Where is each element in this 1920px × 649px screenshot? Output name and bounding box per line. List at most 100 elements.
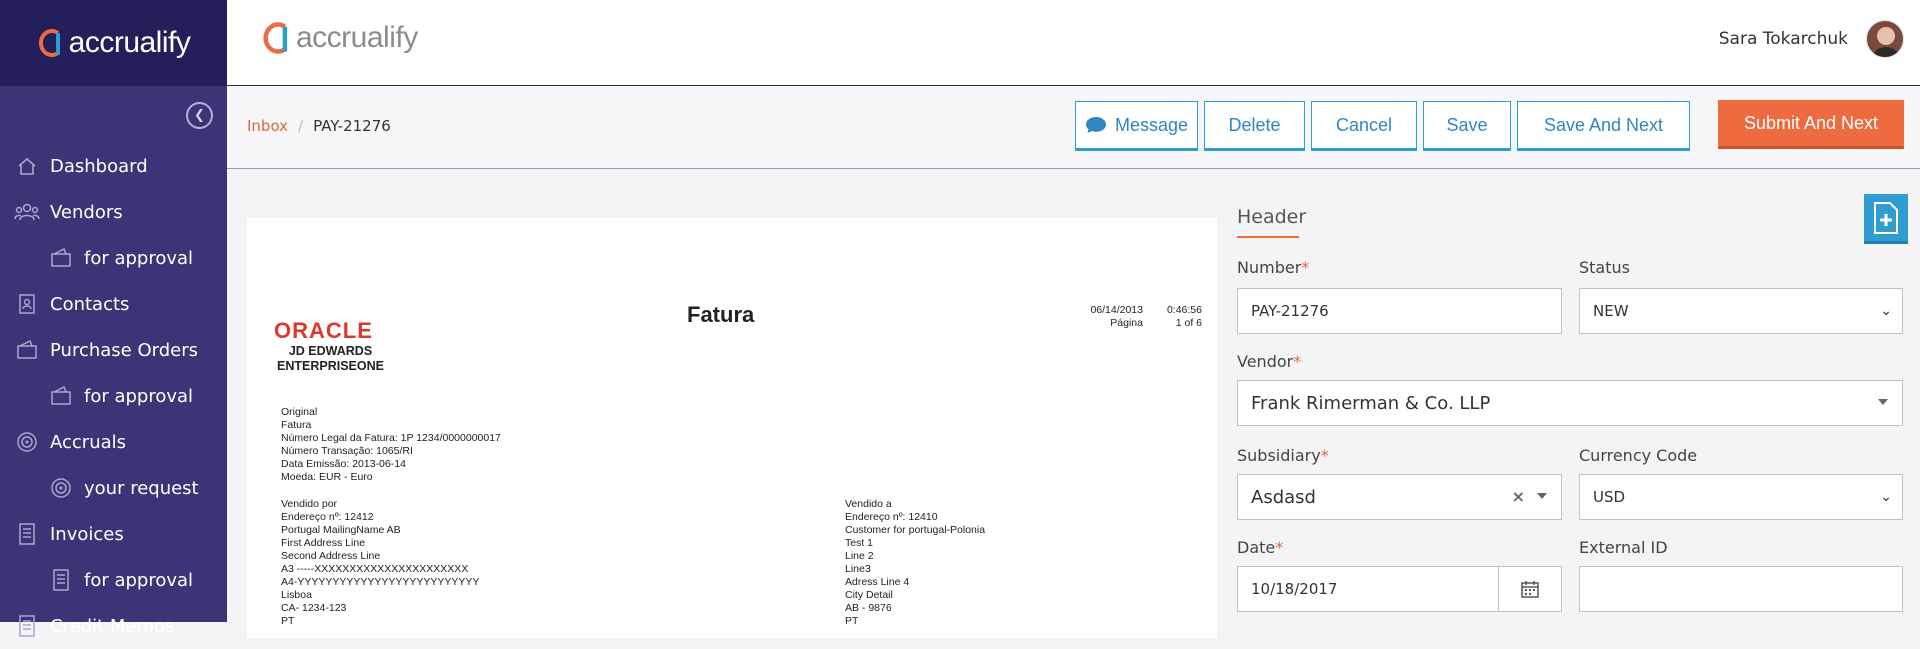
vendor-select-value: Frank Rimerman & Co. LLP — [1251, 392, 1491, 414]
breadcrumb-current: PAY-21276 — [313, 117, 391, 135]
caret-down-icon — [1878, 399, 1888, 405]
currency-code-select-value: USD — [1593, 488, 1626, 506]
calendar-icon[interactable] — [1498, 567, 1561, 611]
wallet-icon — [14, 339, 40, 361]
vendor-select[interactable]: Frank Rimerman & Co. LLP — [1237, 380, 1903, 426]
sidebar-item-your-request[interactable]: your request — [0, 465, 227, 511]
subsidiary-select[interactable]: Asdasd × — [1237, 474, 1562, 520]
subsidiary-label: Subsidiary* — [1237, 446, 1329, 465]
home-icon — [14, 155, 40, 177]
external-id-label: External ID — [1579, 538, 1668, 557]
sidebar-item-label: your request — [84, 477, 199, 499]
date-input-value: 10/18/2017 — [1251, 580, 1338, 598]
sidebar-item-label: Dashboard — [50, 155, 148, 177]
number-input-value: PAY-21276 — [1251, 302, 1329, 320]
required-mark: * — [1301, 258, 1310, 277]
sidebar-item-vendors[interactable]: Vendors — [0, 189, 227, 235]
required-mark: * — [1275, 538, 1284, 557]
sidebar-item-label: Accruals — [50, 431, 127, 453]
delete-button-label: Delete — [1228, 114, 1281, 135]
submit-and-next-button[interactable]: Submit And Next — [1718, 100, 1904, 149]
currency-code-select[interactable]: USD ⌄ — [1579, 474, 1903, 520]
sidebar-item-label: Vendors — [50, 201, 123, 223]
external-id-input[interactable] — [1579, 566, 1903, 612]
number-input[interactable]: PAY-21276 — [1237, 288, 1562, 334]
vendor-label: Vendor* — [1237, 352, 1301, 371]
document-title: Fatura — [687, 302, 755, 327]
user-menu[interactable]: Sara Tokarchuk — [1719, 20, 1904, 58]
sidebar-item-contacts[interactable]: Contacts — [0, 281, 227, 327]
message-button-label: Message — [1114, 114, 1189, 135]
invoice-icon — [14, 523, 40, 545]
user-name: Sara Tokarchuk — [1718, 29, 1848, 49]
contacts-icon — [14, 293, 40, 315]
sidebar-logo-text: accrualify — [68, 26, 191, 59]
accrualify-logo-icon — [263, 22, 288, 54]
sidebar: accrualify ❮ Dashboard Vendors for appro… — [0, 0, 227, 637]
save-and-next-button-label: Save And Next — [1543, 114, 1664, 135]
invoice-icon — [14, 615, 40, 637]
cancel-button[interactable]: Cancel — [1311, 101, 1417, 151]
status-select[interactable]: NEW ⌄ — [1579, 288, 1903, 334]
invoice-icon — [48, 569, 74, 591]
invoice-header-form: Header Number* PAY-21276 Status NEW ⌄ Ve… — [1237, 170, 1920, 622]
avatar[interactable] — [1866, 20, 1904, 58]
subsidiary-label-text: Subsidiary — [1237, 446, 1321, 465]
collapse-sidebar-icon[interactable]: ❮ — [186, 102, 213, 129]
sidebar-item-dashboard[interactable]: Dashboard — [0, 143, 227, 189]
sidebar-item-vendors-approval[interactable]: for approval — [0, 235, 227, 281]
date-input[interactable]: 10/18/2017 — [1237, 566, 1562, 612]
jde-logo-line1: JD EDWARDS — [288, 344, 373, 358]
document-sold-to: Vendido a Endereço nº: 12410 Customer fo… — [845, 498, 986, 627]
save-and-next-button[interactable]: Save And Next — [1517, 101, 1690, 151]
sidebar-item-po-approval[interactable]: for approval — [0, 373, 227, 419]
cancel-button-label: Cancel — [1335, 114, 1393, 135]
chevron-down-icon: ⌄ — [1880, 303, 1892, 319]
sidebar-item-label: for approval — [84, 569, 194, 591]
sidebar-item-purchase-orders[interactable]: Purchase Orders — [0, 327, 227, 373]
sidebar-item-invoices[interactable]: Invoices — [0, 511, 227, 557]
sidebar-item-accruals[interactable]: Accruals — [0, 419, 227, 465]
chat-icon — [1085, 117, 1106, 133]
breadcrumb-inbox-link[interactable]: Inbox — [247, 117, 288, 135]
subsidiary-select-value: Asdasd — [1251, 486, 1316, 508]
add-document-icon — [1874, 201, 1898, 234]
main-content: ORACLE JD EDWARDS ENTERPRISEONE Fatura 0… — [227, 170, 1920, 638]
invoice-document-preview[interactable]: ORACLE JD EDWARDS ENTERPRISEONE Fatura 0… — [247, 218, 1217, 638]
jde-logo-line2: ENTERPRISEONE — [277, 359, 384, 373]
jde-logo: JD EDWARDS ENTERPRISEONE — [277, 344, 384, 374]
header-logo[interactable]: accrualify — [261, 20, 418, 56]
sidebar-item-label: Contacts — [50, 293, 130, 315]
top-bar: accrualify Sara Tokarchuk — [227, 0, 1920, 86]
date-label: Date* — [1237, 538, 1283, 557]
required-mark: * — [1320, 446, 1329, 465]
document-info-lines: Original Fatura Número Legal da Fatura: … — [281, 406, 501, 483]
date-label-text: Date — [1237, 538, 1276, 557]
document-time: 0:46:56 — [1166, 304, 1202, 316]
vendor-label-text: Vendor — [1237, 352, 1294, 371]
sidebar-logo[interactable]: accrualify — [0, 0, 227, 86]
target-icon — [48, 477, 74, 499]
number-label: Number* — [1237, 258, 1309, 277]
document-sold-by: Vendido por Endereço nº: 12412 Portugal … — [281, 498, 480, 627]
save-button[interactable]: Save — [1423, 101, 1511, 151]
clear-icon[interactable]: × — [1512, 487, 1525, 506]
header-logo-text: accrualify — [296, 21, 418, 54]
document-page-value: 1 of 6 — [1175, 317, 1202, 329]
form-section-underline — [1237, 236, 1299, 238]
message-button[interactable]: Message — [1075, 101, 1198, 151]
document-date: 06/14/2013 — [1090, 304, 1143, 316]
sidebar-item-label: Credit Memos — [50, 615, 175, 637]
document-page-label: Página — [1110, 317, 1143, 329]
add-document-button[interactable] — [1864, 194, 1908, 244]
chevron-down-icon: ⌄ — [1880, 489, 1892, 505]
delete-button[interactable]: Delete — [1204, 101, 1305, 151]
sidebar-item-credit-memos[interactable]: Credit Memos — [0, 603, 227, 649]
action-bar: Inbox / PAY-21276 Message Delete Cancel … — [227, 87, 1920, 169]
users-icon — [14, 201, 40, 223]
sidebar-item-invoices-approval[interactable]: for approval — [0, 557, 227, 603]
document-date-block: 06/14/2013 Página — [1062, 304, 1143, 330]
breadcrumb-separator: / — [298, 117, 304, 135]
number-label-text: Number — [1237, 258, 1302, 277]
required-mark: * — [1293, 352, 1302, 371]
